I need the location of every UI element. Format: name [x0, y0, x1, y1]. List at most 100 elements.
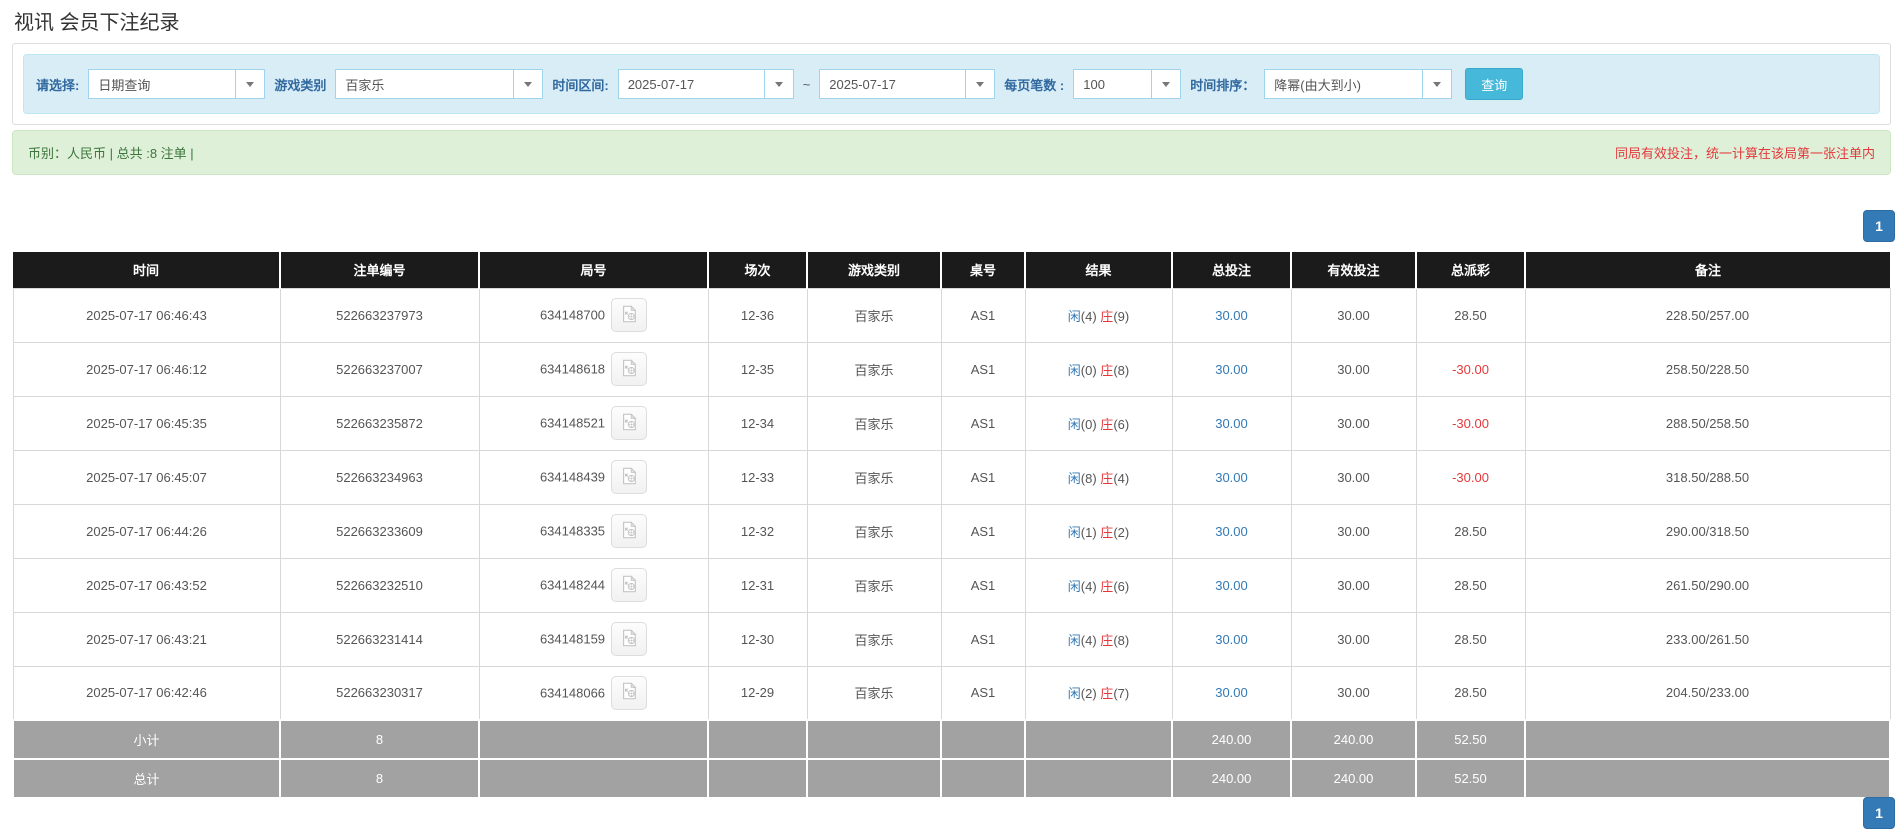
caret-down-icon: [774, 81, 783, 87]
cell-table-no: AS1: [940, 449, 1026, 505]
game-type-label: 游戏类别: [274, 77, 327, 93]
player-result-score: (1): [1080, 524, 1101, 540]
query-button[interactable]: 查询: [1465, 68, 1524, 100]
video-icon: [620, 682, 638, 703]
pagination-top: 1: [0, 210, 1895, 242]
table-body: 2025-07-17 06:46:43 522663237973 634148700…: [12, 287, 1891, 799]
subtotal-row-empty-table: [940, 719, 1026, 760]
total-bet-link[interactable]: 30.00: [1215, 632, 1248, 647]
cell-total-bet[interactable]: 30.00: [1171, 611, 1292, 667]
cell-bet-id: 522663235872: [279, 395, 480, 451]
cell-result: 闲(0) 庄(8): [1024, 341, 1173, 397]
col-table-no: 桌号: [940, 252, 1025, 288]
cell-result: 闲(4) 庄(6): [1024, 557, 1173, 613]
date-to-select[interactable]: 2025-07-17: [819, 69, 996, 99]
caret-down-icon[interactable]: [763, 69, 794, 99]
total-bet-link[interactable]: 30.00: [1215, 685, 1248, 700]
player-result-label: 闲: [1067, 524, 1081, 540]
subtotal-row-empty-session: [707, 719, 808, 760]
video-replay-button[interactable]: [611, 460, 648, 494]
cell-payout: 28.50: [1415, 557, 1526, 613]
cell-payout: -30.00: [1415, 341, 1526, 397]
cell-total-bet[interactable]: 30.00: [1171, 503, 1292, 559]
banker-result-label: 庄: [1100, 416, 1114, 432]
cell-table-no: AS1: [940, 665, 1026, 721]
caret-down-icon[interactable]: [235, 69, 266, 99]
pagination-page-1-bottom[interactable]: 1: [1863, 797, 1895, 829]
valid-bet-notice: 同局有效投注，统一计算在该局第一张注单内: [1614, 146, 1875, 161]
page-size-select[interactable]: 100: [1073, 69, 1182, 99]
total-bet-link[interactable]: 30.00: [1215, 578, 1248, 593]
total-bet-link[interactable]: 30.00: [1215, 524, 1248, 539]
cell-bet-id: 522663237007: [279, 341, 480, 397]
player-result-label: 闲: [1067, 578, 1081, 594]
banker-result-score: (6): [1113, 416, 1130, 432]
caret-down-icon[interactable]: [965, 69, 996, 99]
cell-valid-bet: 30.00: [1290, 557, 1417, 613]
caret-down-icon[interactable]: [1151, 69, 1182, 99]
video-replay-button[interactable]: [611, 352, 648, 386]
cell-valid-bet: 30.00: [1290, 665, 1417, 721]
date-type-select[interactable]: 日期查询: [88, 69, 266, 99]
caret-down-icon[interactable]: [1422, 69, 1453, 99]
subtotal-row: 小计 8 240.00 240.00 52.50: [12, 719, 1891, 760]
video-replay-button[interactable]: [611, 514, 648, 548]
video-replay-button[interactable]: [611, 406, 648, 440]
cell-payout: -30.00: [1415, 449, 1526, 505]
caret-down-icon[interactable]: [513, 69, 544, 99]
game-type-select[interactable]: 百家乐: [335, 69, 544, 99]
caret-down-icon: [976, 81, 985, 87]
player-result-score: (2): [1080, 686, 1101, 702]
round-id-text: 634148066: [539, 685, 606, 701]
subtotal-row-empty-round: [478, 719, 709, 760]
banker-result-label: 庄: [1100, 578, 1114, 594]
total-row-empty-result: [1024, 758, 1173, 799]
cell-total-bet[interactable]: 30.00: [1171, 287, 1292, 343]
video-replay-button[interactable]: [611, 622, 648, 656]
subtotal-row-total-bet: 240.00: [1171, 719, 1292, 760]
cell-bet-id: 522663232510: [279, 557, 480, 613]
video-replay-button[interactable]: [611, 298, 648, 332]
cell-valid-bet: 30.00: [1290, 395, 1417, 451]
total-row-empty-table: [940, 758, 1026, 799]
total-bet-link[interactable]: 30.00: [1215, 470, 1248, 485]
total-bet-link[interactable]: 30.00: [1215, 362, 1248, 377]
player-result-score: (0): [1080, 362, 1101, 378]
video-icon: [620, 466, 638, 488]
time-sort-select[interactable]: 降幂(由大到小): [1264, 69, 1453, 99]
cell-game-type: 百家乐: [806, 665, 942, 721]
cell-game-type: 百家乐: [806, 557, 942, 613]
cell-bet-id: 522663233609: [279, 503, 480, 559]
total-bet-link[interactable]: 30.00: [1215, 308, 1248, 323]
pagination-page-1[interactable]: 1: [1863, 210, 1895, 242]
cell-result: 闲(1) 庄(2): [1024, 503, 1173, 559]
cell-total-bet[interactable]: 30.00: [1171, 395, 1292, 451]
cell-total-bet[interactable]: 30.00: [1171, 449, 1292, 505]
video-icon: [620, 628, 638, 650]
date-type-value: 日期查询: [88, 69, 236, 99]
cell-payout: -30.00: [1415, 395, 1526, 451]
cell-remark: 258.50/228.50: [1524, 341, 1891, 397]
video-icon: [620, 412, 638, 434]
banker-result-label: 庄: [1100, 632, 1114, 648]
cell-game-type: 百家乐: [806, 341, 942, 397]
cell-round-id: 634148066: [478, 665, 709, 721]
player-result-label: 闲: [1067, 362, 1081, 378]
cell-table-no: AS1: [940, 557, 1026, 613]
cell-payout: 28.50: [1415, 665, 1526, 721]
time-sort-value: 降幂(由大到小): [1264, 69, 1423, 99]
video-replay-button[interactable]: [611, 568, 648, 602]
date-from-select[interactable]: 2025-07-17: [617, 69, 794, 99]
cell-total-bet[interactable]: 30.00: [1171, 665, 1292, 721]
cell-game-type: 百家乐: [806, 395, 942, 451]
total-row-total-bet: 240.00: [1171, 758, 1292, 799]
cell-total-bet[interactable]: 30.00: [1171, 341, 1292, 397]
time-range-label: 时间区间:: [552, 77, 609, 93]
video-replay-button[interactable]: [611, 675, 648, 710]
player-result-label: 闲: [1067, 470, 1081, 486]
cell-table-no: AS1: [940, 287, 1026, 343]
cell-session: 12-32: [707, 503, 808, 559]
cell-session: 12-35: [707, 341, 808, 397]
cell-total-bet[interactable]: 30.00: [1171, 557, 1292, 613]
total-bet-link[interactable]: 30.00: [1215, 416, 1248, 431]
